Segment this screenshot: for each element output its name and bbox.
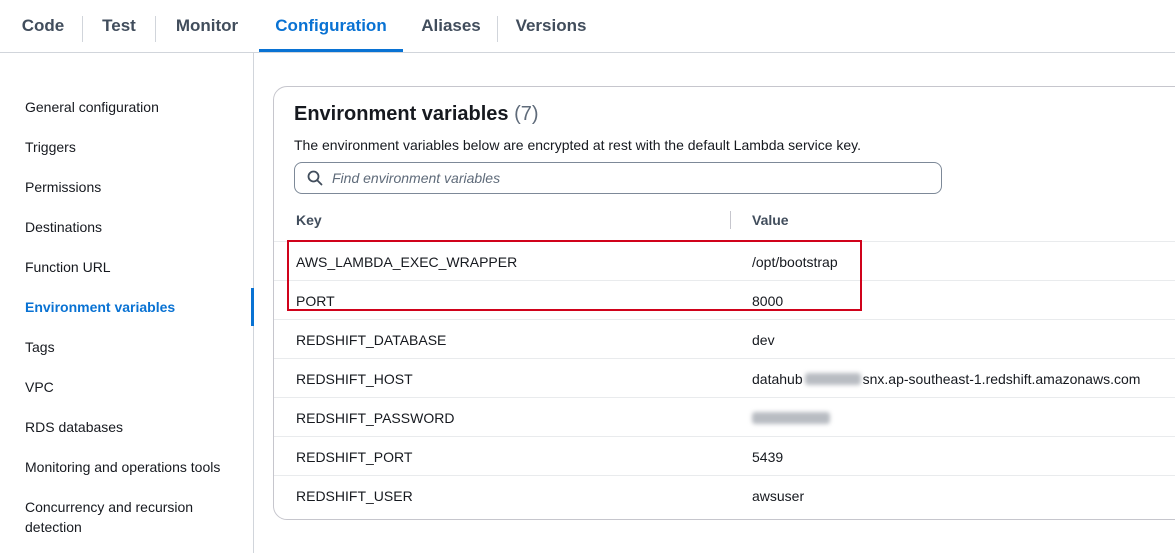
row-value: datahub snx.ap-southeast-1.redshift.amaz…	[752, 359, 1140, 398]
sidebar-item-rds-databases[interactable]: RDS databases	[25, 417, 123, 437]
sidebar-item-tags[interactable]: Tags	[25, 337, 55, 357]
table-row: AWS_LAMBDA_EXEC_WRAPPER /opt/bootstrap	[274, 241, 1175, 280]
sidebar-item-concurrency[interactable]: Concurrency and recursion detection	[25, 497, 225, 537]
panel-count: (7)	[514, 103, 539, 125]
column-header-key[interactable]: Key	[296, 199, 322, 241]
row-value: awsuser	[752, 487, 805, 504]
search-icon	[307, 170, 323, 186]
row-key: PORT	[296, 292, 335, 309]
table-row: REDSHIFT_PORT 5439	[274, 436, 1175, 475]
sidebar-item-permissions[interactable]: Permissions	[25, 177, 101, 197]
row-key: AWS_LAMBDA_EXEC_WRAPPER	[296, 253, 518, 270]
redacted-segment	[804, 372, 861, 385]
row-value: 5439	[752, 448, 784, 465]
column-header-value[interactable]: Value	[752, 199, 789, 241]
tab-configuration[interactable]: Configuration	[259, 0, 403, 52]
row-key: REDSHIFT_PASSWORD	[296, 409, 455, 426]
host-value-suffix: snx.ap-southeast-1.redshift.amazonaws.co…	[862, 370, 1141, 387]
table-row: PORT 8000	[274, 280, 1175, 319]
table-row: REDSHIFT_HOST datahub snx.ap-southeast-1…	[274, 358, 1175, 397]
sidebar-item-vpc[interactable]: VPC	[25, 377, 54, 397]
tab-code[interactable]: Code	[10, 0, 76, 52]
panel-description: The environment variables below are encr…	[294, 137, 862, 153]
row-value: /opt/bootstrap	[752, 253, 838, 270]
sidebar-item-destinations[interactable]: Destinations	[25, 217, 102, 237]
tab-test[interactable]: Test	[90, 0, 148, 52]
table-row: REDSHIFT_PASSWORD	[274, 397, 1175, 436]
sidebar-item-general-configuration[interactable]: General configuration	[25, 97, 159, 117]
sidebar-item-triggers[interactable]: Triggers	[25, 137, 76, 157]
panel-title-text: Environment variables	[294, 103, 509, 125]
table-row: REDSHIFT_USER awsuser	[274, 475, 1175, 514]
search-input[interactable]	[332, 170, 892, 186]
table-row: REDSHIFT_DATABASE dev	[274, 319, 1175, 358]
tab-separator	[82, 16, 83, 42]
row-key: REDSHIFT_PORT	[296, 448, 413, 465]
tab-separator	[155, 16, 156, 42]
tab-versions[interactable]: Versions	[505, 0, 597, 52]
row-value: dev	[752, 331, 775, 348]
row-key: REDSHIFT_HOST	[296, 370, 413, 387]
tab-separator	[497, 16, 498, 42]
row-value	[752, 398, 830, 437]
row-key: REDSHIFT_DATABASE	[296, 331, 447, 348]
panel-title: Environment variables (7)	[294, 103, 539, 126]
sidebar-item-function-url[interactable]: Function URL	[25, 257, 111, 277]
active-nav-indicator	[251, 288, 254, 326]
host-value-prefix: datahub	[752, 370, 803, 387]
environment-variables-panel: Environment variables (7) The environmen…	[273, 86, 1175, 520]
tab-monitor[interactable]: Monitor	[163, 0, 251, 52]
column-divider[interactable]	[730, 211, 731, 229]
row-value: 8000	[752, 292, 784, 309]
tab-aliases[interactable]: Aliases	[410, 0, 492, 52]
tab-bar: Code Test Monitor Configuration Aliases …	[0, 0, 1175, 53]
sidebar-item-environment-variables[interactable]: Environment variables	[25, 297, 175, 317]
search-box[interactable]	[294, 162, 942, 194]
row-key: REDSHIFT_USER	[296, 487, 413, 504]
side-navigation: General configuration Triggers Permissio…	[0, 53, 254, 553]
redacted-password	[752, 411, 830, 424]
sidebar-item-monitoring[interactable]: Monitoring and operations tools	[25, 457, 220, 477]
